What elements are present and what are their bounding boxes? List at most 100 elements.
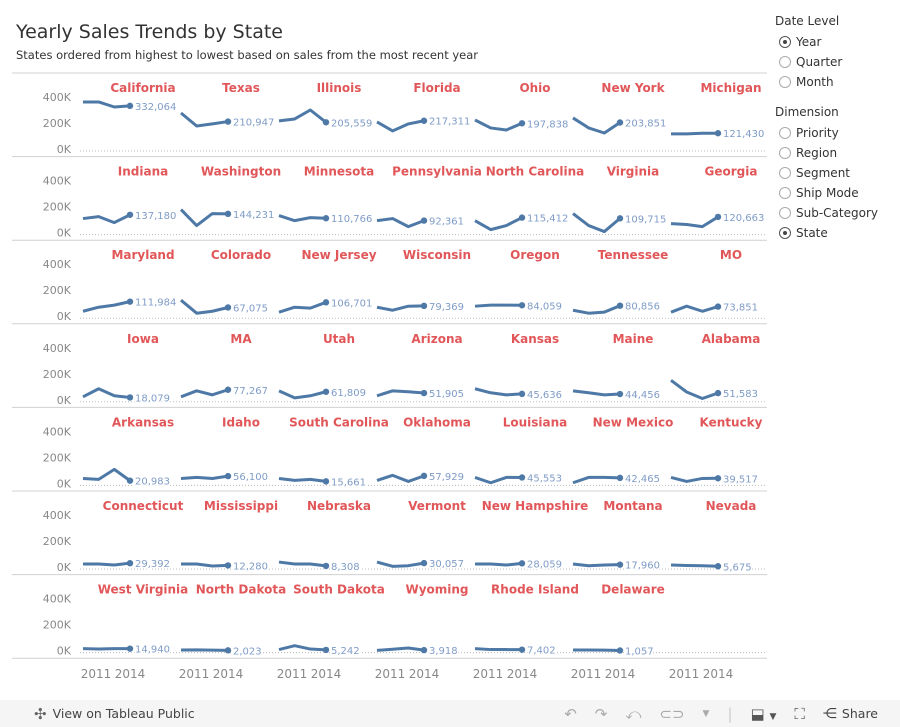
sales-line	[278, 300, 327, 314]
fullscreen-icon[interactable]: ⛶	[794, 705, 805, 723]
sales-line	[83, 561, 131, 567]
share-label: Share	[841, 706, 878, 721]
last-value-point	[126, 298, 134, 305]
last-value-label: 110,766	[331, 214, 372, 225]
last-value-label: 61,809	[331, 388, 366, 399]
last-value-label: 77,267	[233, 386, 268, 397]
panel-title-montana: Montana	[603, 499, 662, 513]
last-value-label: 42,465	[625, 474, 660, 485]
sales-line	[376, 389, 425, 398]
radio-circle-icon	[779, 187, 791, 199]
panel-title-new-york: New York	[601, 81, 665, 95]
last-value-point	[322, 646, 330, 654]
download-icon[interactable]: ⬓ ▼	[751, 705, 777, 723]
last-value-point	[518, 214, 526, 221]
redo-icon[interactable]: ↷	[595, 705, 608, 723]
share-button[interactable]: ⋲ Share	[823, 706, 878, 722]
panel-title-ma: MA	[230, 332, 252, 346]
last-value-point	[224, 118, 232, 125]
last-value-point	[616, 119, 624, 126]
x-tick-label: 2014	[605, 667, 636, 681]
sales-line	[670, 215, 719, 229]
panel-title-wyoming: Wyoming	[405, 583, 468, 597]
last-value-point	[616, 302, 624, 309]
y-tick-label: 200K	[43, 117, 72, 130]
last-value-point	[126, 102, 134, 110]
footer-toolbar: ✣ View on Tableau Public ↶ ↷ ⤺ ⊂⊃ ▼ | ⬓ …	[0, 700, 900, 727]
sales-line	[474, 216, 523, 232]
radio-ship-mode[interactable]: Ship Mode	[775, 183, 878, 203]
panel-title-alabama: Alabama	[702, 332, 761, 346]
last-value-label: 1,057	[625, 646, 654, 657]
last-value-point	[616, 474, 624, 482]
y-tick-label: 0K	[57, 394, 72, 407]
sales-line	[376, 119, 425, 133]
panel-title-michigan: Michigan	[700, 81, 761, 95]
y-tick-label: 400K	[43, 593, 72, 606]
sales-line	[376, 560, 425, 568]
radio-state[interactable]: State	[775, 223, 878, 243]
sales-line	[670, 379, 719, 400]
last-value-point	[420, 472, 428, 480]
radio-month[interactable]: Month	[775, 72, 878, 92]
panel-title-arizona: Arizona	[411, 332, 462, 346]
y-tick-label: 0K	[57, 645, 72, 658]
last-value-point	[224, 304, 232, 311]
last-value-point	[616, 647, 624, 654]
radio-label: Quarter	[796, 55, 843, 69]
last-value-point	[126, 211, 134, 218]
sales-line	[180, 299, 229, 315]
sales-line	[278, 389, 327, 400]
last-value-label: 44,456	[625, 390, 660, 401]
radio-label: Sub-Category	[796, 206, 878, 220]
sales-line	[376, 646, 425, 652]
panel-title-wisconsin: Wisconsin	[403, 248, 471, 262]
sales-line	[376, 304, 425, 312]
x-tick-label: 2011	[277, 667, 308, 681]
sales-line	[474, 647, 523, 652]
view-on-tableau-public-link[interactable]: ✣ View on Tableau Public	[34, 705, 195, 723]
last-value-label: 80,856	[625, 302, 660, 313]
panel-title-arkansas: Arkansas	[112, 415, 174, 429]
last-value-point	[616, 215, 624, 222]
sales-line	[474, 387, 523, 397]
last-value-label: 205,559	[331, 118, 372, 129]
sales-line	[82, 300, 131, 313]
last-value-point	[420, 117, 428, 124]
sales-line	[278, 214, 327, 223]
panel-title-mo: MO	[720, 248, 742, 262]
chevron-down-icon[interactable]: ▼	[703, 709, 710, 719]
last-value-point	[224, 210, 232, 218]
radio-region[interactable]: Region	[775, 143, 878, 163]
sales-line	[474, 475, 523, 485]
last-value-point	[224, 562, 232, 569]
last-value-label: 120,663	[723, 213, 764, 224]
y-tick-label: 400K	[43, 425, 72, 438]
panel-title-new-jersey: New Jersey	[301, 248, 376, 262]
radio-segment[interactable]: Segment	[775, 163, 878, 183]
radio-year[interactable]: Year	[775, 32, 878, 52]
panel-title-kansas: Kansas	[511, 332, 559, 346]
sales-line	[180, 474, 229, 480]
radio-sub-category[interactable]: Sub-Category	[775, 203, 878, 223]
last-value-label: 109,715	[625, 214, 666, 225]
undo-icon[interactable]: ↶	[564, 705, 577, 723]
sales-line	[82, 387, 131, 399]
panel-title-connecticut: Connecticut	[103, 499, 184, 513]
last-value-label: 45,636	[527, 390, 562, 401]
last-value-label: 92,361	[429, 217, 464, 228]
y-tick-label: 200K	[43, 201, 72, 214]
radio-quarter[interactable]: Quarter	[775, 52, 878, 72]
last-value-point	[518, 560, 526, 567]
last-value-label: 14,940	[135, 645, 170, 656]
last-value-point	[224, 472, 232, 480]
refresh-icon[interactable]: ⊂⊃	[659, 705, 684, 723]
revert-icon[interactable]: ⤺	[625, 705, 641, 723]
radio-circle-icon	[779, 76, 791, 88]
radio-priority[interactable]: Priority	[775, 123, 878, 143]
sales-line	[670, 563, 719, 568]
panel-title-texas: Texas	[222, 81, 260, 95]
panel-title-south-carolina: South Carolina	[289, 415, 389, 429]
parameter-panel: Date Level Year Quarter Month Dimension Pr…	[775, 14, 878, 243]
panel-title-west-virginia: West Virginia	[98, 583, 189, 597]
